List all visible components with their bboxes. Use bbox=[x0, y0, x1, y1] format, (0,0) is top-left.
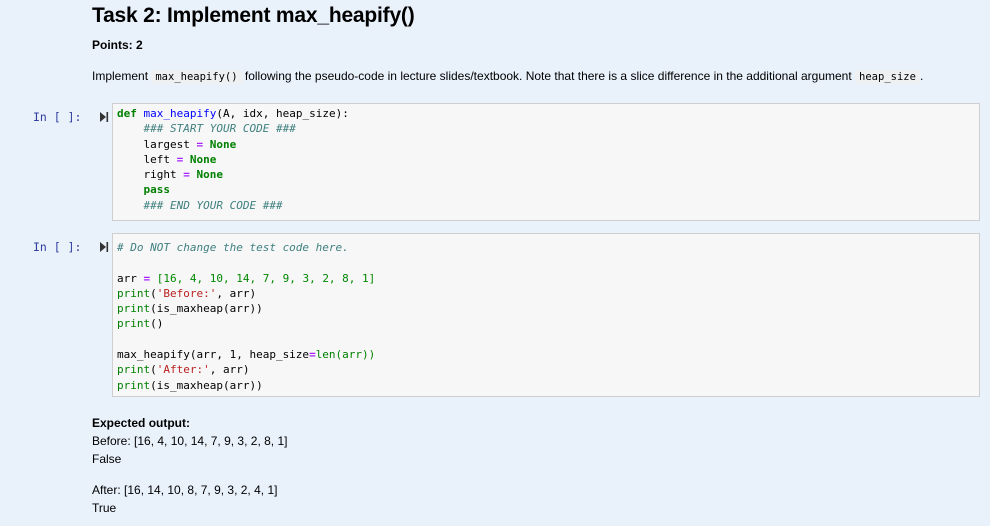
assign-op: = bbox=[183, 168, 190, 182]
print-call: print bbox=[117, 363, 151, 377]
print-call: print bbox=[117, 286, 151, 300]
def-keyword: def bbox=[117, 107, 137, 120]
print-args: , arr) bbox=[216, 286, 257, 300]
kwarg-op: = bbox=[309, 348, 316, 362]
var-largest: largest bbox=[143, 137, 190, 151]
points-label: Points: 2 bbox=[92, 38, 143, 52]
task-title: Task 2: Implement max_heapify() bbox=[92, 4, 415, 27]
code-cell-1[interactable]: def max_heapify(A, idx, heap_size): ### … bbox=[112, 103, 980, 221]
none-value: None bbox=[189, 152, 217, 166]
function-signature: (A, idx, heap_size): bbox=[216, 107, 349, 120]
test-comment: # Do NOT change the test code here. bbox=[117, 241, 349, 254]
start-comment: ### START YOUR CODE ### bbox=[143, 122, 296, 136]
pass-keyword: pass bbox=[143, 183, 171, 197]
inline-code-max-heapify: max_heapify() bbox=[151, 70, 242, 84]
expected-output-label: Expected output: bbox=[92, 416, 190, 430]
arr-values: [16, 4, 10, 14, 7, 9, 3, 2, 8, 1] bbox=[156, 271, 376, 285]
is-maxheap-call: (is_maxheap(arr)) bbox=[150, 378, 263, 392]
heapify-call: max_heapify(arr, 1, heap_size bbox=[117, 348, 310, 362]
cell2-prompt: In [ ]: bbox=[33, 240, 82, 254]
print-call: print bbox=[117, 317, 151, 331]
cell1-prompt: In [ ]: bbox=[33, 110, 82, 124]
is-maxheap-call: (is_maxheap(arr)) bbox=[150, 302, 263, 316]
function-name: max_heapify bbox=[143, 107, 217, 120]
print-args: , arr) bbox=[209, 363, 250, 377]
expected-before: Before: [16, 4, 10, 14, 7, 9, 3, 2, 8, 1… bbox=[92, 434, 288, 448]
none-value: None bbox=[196, 168, 224, 182]
len-call: len(arr)) bbox=[315, 348, 376, 362]
empty-call: () bbox=[150, 317, 164, 331]
expected-false: False bbox=[92, 452, 122, 466]
print-call: print bbox=[117, 378, 151, 392]
none-value: None bbox=[209, 137, 237, 151]
var-left: left bbox=[143, 152, 171, 166]
desc-text-3: . bbox=[919, 69, 924, 83]
inline-code-heap-size: heap_size bbox=[855, 70, 920, 84]
before-string: 'Before:' bbox=[156, 286, 217, 300]
after-string: 'After:' bbox=[156, 363, 210, 377]
code-cell-2[interactable]: # Do NOT change the test code here. arr … bbox=[112, 233, 980, 397]
run-cell-icon[interactable] bbox=[99, 241, 109, 253]
arr-assign: arr bbox=[117, 271, 144, 285]
desc-text-1: Implement bbox=[92, 69, 152, 83]
expected-true: True bbox=[92, 501, 117, 515]
var-right: right bbox=[143, 168, 177, 182]
assign-op: = bbox=[196, 137, 204, 151]
desc-text-2: following the pseudo-code in lecture sli… bbox=[241, 69, 856, 83]
print-call: print bbox=[117, 302, 151, 316]
expected-after: After: [16, 14, 10, 8, 7, 9, 3, 2, 4, 1] bbox=[92, 483, 278, 497]
run-cell-icon[interactable] bbox=[99, 111, 109, 123]
task-description: Implement max_heapify() following the ps… bbox=[92, 69, 924, 84]
end-comment: ### END YOUR CODE ### bbox=[143, 198, 283, 212]
assign-op: = bbox=[176, 152, 184, 166]
assign-op: = bbox=[143, 271, 151, 285]
